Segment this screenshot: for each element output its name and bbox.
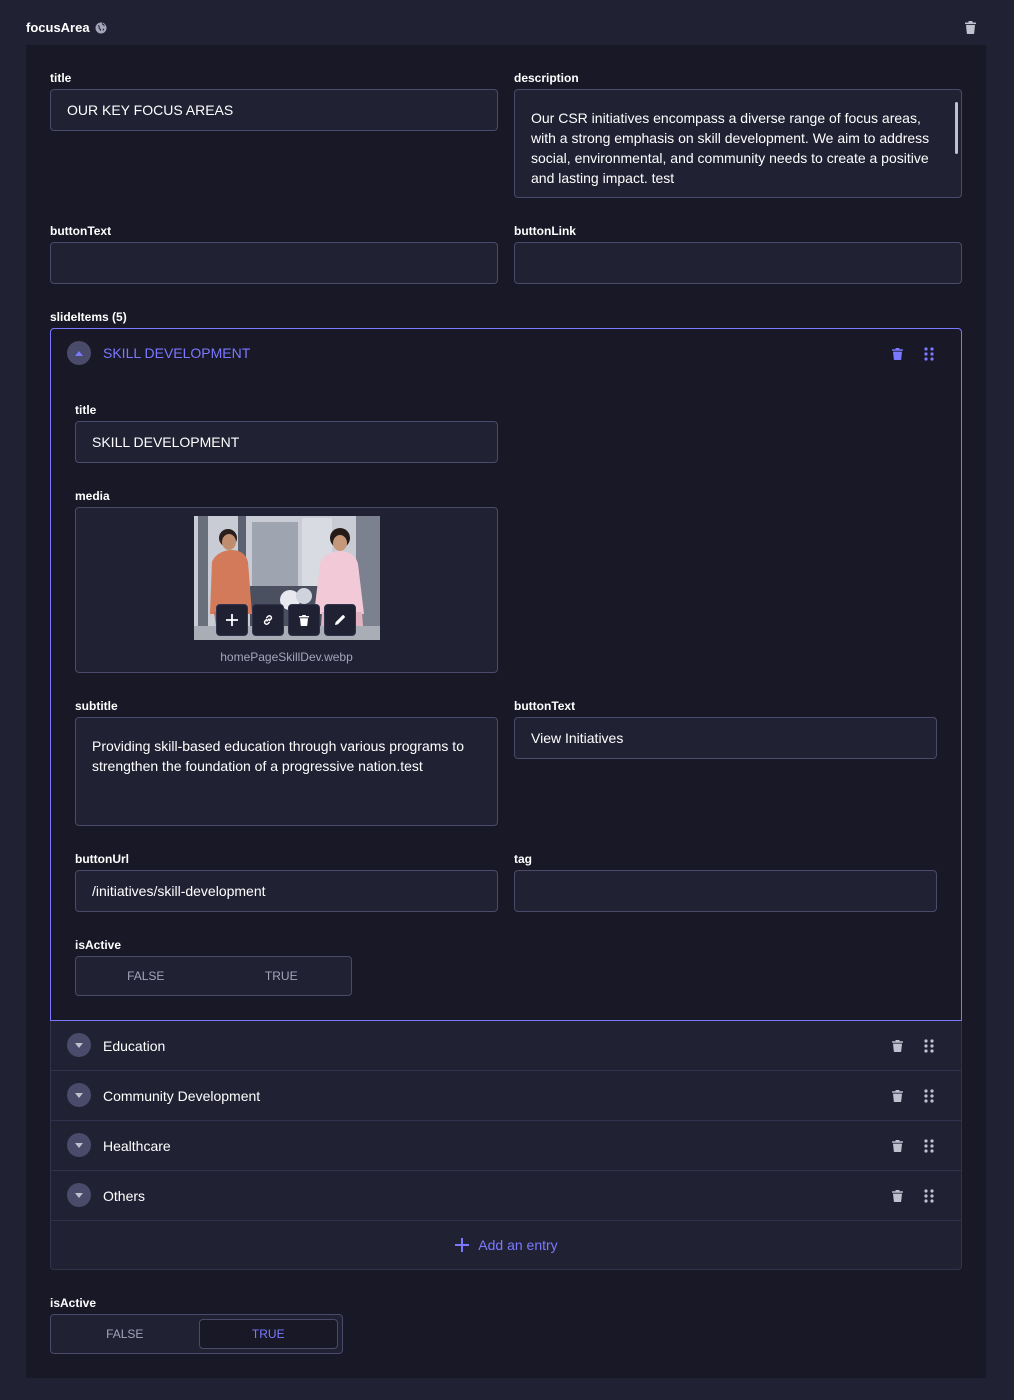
component-header: focusArea <box>26 19 988 37</box>
focus-area-panel: title OUR KEY FOCUS AREAS description Ou… <box>26 45 986 1378</box>
add-entry-label: Add an entry <box>478 1237 558 1253</box>
slide-items-label: slideItems (5) <box>50 310 127 324</box>
slide-item-row[interactable]: Healthcare <box>50 1121 962 1171</box>
item-title-input[interactable]: SKILL DEVELOPMENT <box>75 421 498 463</box>
tag-label: tag <box>514 852 532 866</box>
item-is-active-false[interactable]: FALSE <box>80 961 212 991</box>
trash-icon[interactable] <box>892 1190 903 1202</box>
slide-item-title: Education <box>103 1038 166 1054</box>
slide-item-title: SKILL DEVELOPMENT <box>103 345 251 361</box>
title-label: title <box>50 71 72 85</box>
button-text-label: buttonText <box>50 224 112 238</box>
drag-handle-icon[interactable] <box>924 1039 934 1053</box>
item-title-label: title <box>75 403 97 417</box>
add-entry-button[interactable]: Add an entry <box>50 1221 962 1270</box>
chevron-down-icon[interactable] <box>67 1183 91 1207</box>
chevron-down-icon[interactable] <box>67 1083 91 1107</box>
subtitle-label: subtitle <box>75 699 118 713</box>
trash-icon[interactable] <box>892 1140 903 1152</box>
slide-item-row[interactable]: Community Development <box>50 1071 962 1121</box>
drag-handle-icon[interactable] <box>924 1089 934 1103</box>
item-is-active-toggle: FALSE TRUE <box>75 956 352 996</box>
link-icon[interactable] <box>252 604 284 636</box>
chevron-up-icon[interactable] <box>67 341 91 365</box>
slide-item-expanded: SKILL DEVELOPMENT title SKILL DEVELOPMEN… <box>50 328 962 1021</box>
title-input[interactable]: OUR KEY FOCUS AREAS <box>50 89 498 131</box>
chevron-down-icon[interactable] <box>67 1033 91 1057</box>
description-text: Our CSR initiatives encompass a diverse … <box>531 110 930 186</box>
slide-item-row[interactable]: Others <box>50 1171 962 1221</box>
plus-icon <box>454 1237 470 1253</box>
component-title: focusArea <box>26 20 107 35</box>
item-button-text-input[interactable]: View Initiatives <box>514 717 937 759</box>
button-url-label: buttonUrl <box>75 852 129 866</box>
slide-item-title: Community Development <box>103 1088 261 1104</box>
button-link-input[interactable] <box>514 242 962 284</box>
drag-handle-icon[interactable] <box>924 347 934 361</box>
drag-handle-icon[interactable] <box>924 1139 934 1153</box>
trash-icon[interactable] <box>892 1090 903 1102</box>
drag-handle-icon[interactable] <box>924 1189 934 1203</box>
add-icon[interactable] <box>216 604 248 636</box>
globe-icon <box>95 22 107 34</box>
item-button-text-label: buttonText <box>514 699 576 713</box>
trash-icon[interactable] <box>965 21 976 34</box>
pencil-icon[interactable] <box>324 604 356 636</box>
button-text-input[interactable] <box>50 242 498 284</box>
chevron-down-icon[interactable] <box>67 1133 91 1157</box>
button-link-label: buttonLink <box>514 224 576 238</box>
tag-input[interactable] <box>514 870 937 912</box>
media-thumbnail[interactable] <box>194 516 380 640</box>
trash-icon[interactable] <box>892 1040 903 1052</box>
item-is-active-true[interactable]: TRUE <box>216 961 348 991</box>
media-actions <box>216 604 356 636</box>
item-is-active-label: isActive <box>75 938 122 952</box>
is-active-toggle: FALSE TRUE <box>50 1314 343 1354</box>
media-filename: homePageSkillDev.webp <box>220 650 353 664</box>
component-title-label: focusArea <box>26 20 90 35</box>
slide-item-title: Others <box>103 1188 146 1204</box>
slide-item-row[interactable]: Education <box>50 1021 962 1071</box>
media-field[interactable]: homePageSkillDev.webp <box>75 507 498 673</box>
is-active-false[interactable]: FALSE <box>55 1319 195 1349</box>
is-active-true[interactable]: TRUE <box>198 1319 338 1349</box>
slide-item-title: Healthcare <box>103 1138 171 1154</box>
description-textarea[interactable]: Our CSR initiatives encompass a diverse … <box>514 89 962 198</box>
is-active-label: isActive <box>50 1296 97 1310</box>
description-scrollbar[interactable] <box>955 102 958 154</box>
trash-icon[interactable] <box>288 604 320 636</box>
description-label: description <box>514 71 579 85</box>
button-url-input[interactable]: /initiatives/skill-development <box>75 870 498 912</box>
subtitle-textarea[interactable]: Providing skill-based education through … <box>75 717 498 826</box>
slide-item-header[interactable]: SKILL DEVELOPMENT <box>51 329 961 379</box>
media-label: media <box>75 489 110 503</box>
trash-icon[interactable] <box>892 348 903 360</box>
